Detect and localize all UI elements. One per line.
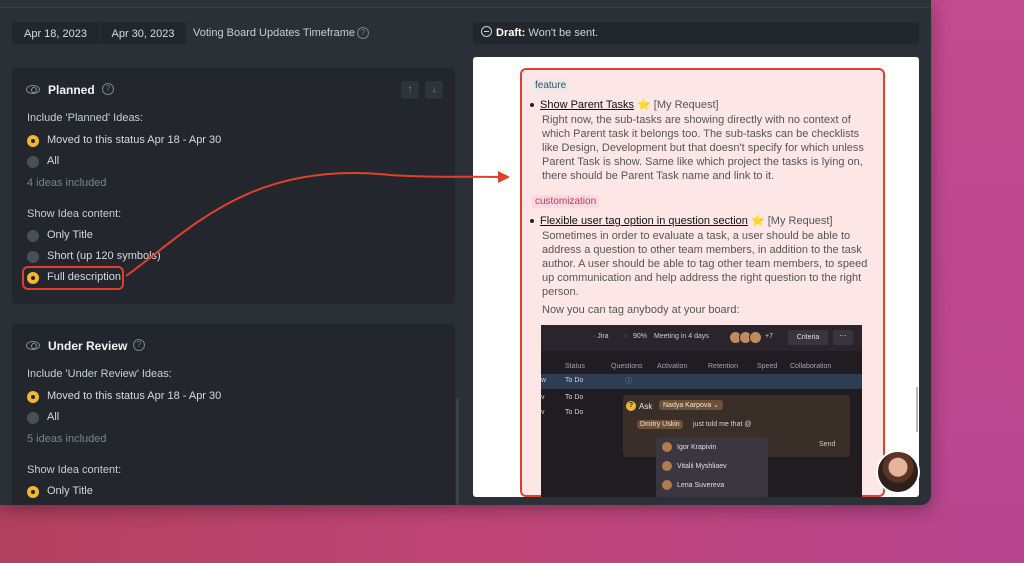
help-icon[interactable]: ? (133, 339, 145, 351)
desktop-background (930, 0, 1024, 505)
ideas-count: 5 ideas included (27, 433, 107, 445)
dropdown-item: Vitalii Myshliaev (662, 461, 727, 471)
star-icon: ⭐ (750, 215, 765, 227)
row-mark: v (541, 409, 545, 416)
avatar (662, 480, 672, 490)
radio-icon (27, 230, 39, 242)
column-header: Collaboration (790, 363, 832, 370)
draft-prefix: Draft: (496, 27, 526, 39)
mention-dropdown: Igor Krapivin Vitalii Myshliaev Lena Suv… (656, 437, 768, 497)
radio-selected-icon (27, 391, 39, 403)
radio-icon (27, 156, 39, 168)
option-label: Only Title (47, 485, 93, 497)
help-icon[interactable]: ? (102, 83, 114, 95)
question-icon: ? (626, 401, 636, 411)
left-scrollbar[interactable] (456, 398, 459, 505)
criteria-button: Criteria (788, 330, 828, 345)
bullet (530, 219, 534, 224)
avatar (662, 442, 672, 452)
draft-text: Won't be sent. (528, 27, 599, 39)
idea-title-row: Flexible user tag option in question sec… (530, 214, 833, 227)
include-label: Include 'Planned' Ideas: (27, 112, 144, 124)
meeting-label: Meeting in 4 days (654, 333, 709, 340)
include-label: Include 'Under Review' Ideas: (27, 368, 172, 380)
row-mark: v (541, 394, 545, 401)
idea-title-row: Show Parent Tasks ⭐ [My Request] (530, 98, 719, 111)
column-header: Questions (611, 363, 643, 370)
help-icon[interactable]: ? (357, 27, 369, 39)
avatar (662, 461, 672, 471)
table-cell: To Do (565, 409, 584, 416)
jira-label: · Jira (593, 333, 609, 340)
section-title: Under Review (48, 339, 128, 353)
progress-icon: ◌ (623, 333, 628, 340)
column-header: Retention (708, 363, 738, 370)
send-button: Send (819, 441, 836, 448)
annotation-highlight-box (22, 266, 124, 290)
idea-tag: feature (532, 79, 570, 92)
row-mark: w (541, 377, 547, 384)
move-down-button[interactable]: ↓ (425, 81, 443, 99)
app-window: Apr 18, 2023 Apr 30, 2023 Voting Board U… (0, 0, 931, 505)
radio-selected-icon (27, 486, 39, 498)
more-icon: ··· (833, 330, 853, 345)
avatars-more: +7 (765, 333, 773, 340)
end-date-picker[interactable]: Apr 30, 2023 (100, 22, 186, 44)
eye-icon[interactable] (26, 85, 40, 94)
radio-selected-icon (27, 135, 39, 147)
embedded-screenshot: · Jira ◌ 90% Meeting in 4 days +7 Criter… (541, 325, 862, 497)
table-cell: To Do (565, 377, 584, 384)
eye-icon[interactable] (26, 341, 40, 350)
option-label: Moved to this status Apr 18 - Apr 30 (47, 134, 222, 146)
desktop-background-bottom (0, 505, 1024, 563)
content-label: Show Idea content: (27, 464, 122, 476)
progress-value: 90% (633, 333, 648, 340)
column-header: Status (565, 363, 585, 370)
idea-suffix: [My Request] (653, 99, 719, 111)
dropdown-item: Igor Krapivin (662, 442, 716, 452)
option-label: Moved to this status Apr 18 - Apr 30 (47, 390, 222, 402)
idea-suffix: [My Request] (767, 215, 833, 227)
content-label: Show Idea content: (27, 208, 122, 220)
start-date-picker[interactable]: Apr 18, 2023 (12, 22, 99, 44)
idea-description: Right now, the sub-tasks are showing dir… (542, 114, 864, 182)
under-review-section: Under Review ? Include 'Under Review' Id… (12, 324, 455, 505)
option-label: Only Title (47, 229, 93, 241)
table-row-highlighted (541, 374, 862, 389)
preview-scrollbar[interactable] (916, 387, 918, 432)
option-label: All (47, 411, 60, 423)
column-header: Activation (657, 363, 688, 370)
radio-icon (27, 251, 39, 263)
ask-person-name: Nadya Karpova (663, 402, 712, 409)
ask-person-pill: Nadya Karpova ⌄ (659, 400, 724, 410)
email-content: feature Show Parent Tasks ⭐ [My Request]… (520, 68, 885, 497)
option-label: All (47, 155, 60, 167)
avatar (749, 331, 762, 344)
option-label: Short (up 120 symbols) (47, 250, 161, 262)
idea-link[interactable]: Show Parent Tasks (540, 99, 634, 111)
section-title: Planned (48, 83, 95, 97)
message-text: just told me that @ (693, 421, 752, 428)
move-up-button[interactable]: ↑ (401, 81, 419, 99)
idea-tag: customization (532, 195, 600, 208)
table-cell: To Do (565, 394, 584, 401)
support-avatar[interactable] (876, 450, 920, 494)
column-header: Speed (757, 363, 778, 370)
idea-description: Sometimes in order to evaluate a task, a… (542, 230, 868, 298)
dropdown-item: Lena Suvereva (662, 480, 724, 490)
star-icon: ⭐ (637, 99, 651, 111)
idea-link[interactable]: Flexible user tag option in question sec… (540, 215, 748, 227)
bullet (530, 103, 534, 108)
minus-circle-icon (481, 26, 492, 37)
ask-label: Ask (639, 402, 653, 411)
header-edge (0, 0, 931, 8)
question-icon: ⓘ (625, 378, 632, 385)
mention-pill: Dmitry Uskin (637, 420, 683, 429)
ideas-count: 4 ideas included (27, 177, 107, 189)
idea-extra-text: Now you can tag anybody at your board: (542, 304, 740, 316)
radio-icon (27, 412, 39, 424)
draft-status-bar: Draft: Won't be sent. (473, 22, 919, 44)
timeframe-label: Voting Board Updates Timeframe (193, 27, 356, 39)
email-preview: feature Show Parent Tasks ⭐ [My Request]… (473, 57, 919, 497)
